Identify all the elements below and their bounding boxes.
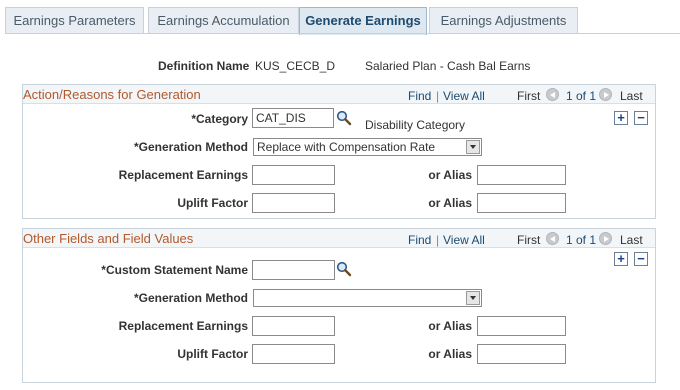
find-link[interactable]: Find bbox=[408, 233, 431, 247]
first-label: First bbox=[517, 233, 541, 247]
row-count: 1 of 1 bbox=[566, 233, 597, 247]
minus-icon[interactable]: − bbox=[634, 111, 648, 125]
dropdown-arrow-icon[interactable] bbox=[466, 140, 480, 154]
alias-label: or Alias bbox=[428, 168, 472, 182]
category-input[interactable]: CAT_DIS bbox=[252, 108, 334, 128]
group-title: Other Fields and Field Values bbox=[23, 231, 194, 246]
tab-label: Earnings Parameters bbox=[13, 13, 136, 28]
generation-method-select-2[interactable] bbox=[253, 289, 482, 307]
definition-description: Salaried Plan - Cash Bal Earns bbox=[365, 59, 531, 73]
custom-statement-name-label: *Custom Statement Name bbox=[101, 263, 248, 277]
last-label: Last bbox=[620, 233, 643, 247]
next-arrow-icon[interactable] bbox=[599, 88, 612, 101]
previous-arrow-icon[interactable] bbox=[546, 88, 559, 101]
tab-earnings-parameters[interactable]: Earnings Parameters bbox=[5, 7, 144, 34]
tab-generate-earnings[interactable]: Generate Earnings bbox=[299, 7, 427, 35]
group-title: Action/Reasons for Generation bbox=[23, 87, 201, 102]
generation-method-select[interactable]: Replace with Compensation Rate bbox=[253, 138, 482, 156]
tab-earnings-adjustments[interactable]: Earnings Adjustments bbox=[429, 7, 578, 34]
plus-icon[interactable]: + bbox=[614, 111, 628, 125]
minus-icon[interactable]: − bbox=[634, 252, 648, 266]
alias-label-2: or Alias bbox=[428, 196, 472, 210]
group-header: Other Fields and Field Values Find | Vie… bbox=[23, 229, 655, 248]
alias-input-3[interactable] bbox=[477, 316, 566, 336]
uplift-factor-label-2: Uplift Factor bbox=[177, 347, 248, 361]
alias-label-3: or Alias bbox=[428, 319, 472, 333]
nav-separator: | bbox=[436, 89, 440, 103]
generation-method-label-2: *Generation Method bbox=[133, 291, 248, 305]
replacement-earnings-input-2[interactable] bbox=[252, 316, 335, 336]
alias-input-2[interactable] bbox=[477, 193, 566, 213]
alias-label-4: or Alias bbox=[428, 347, 472, 361]
tab-label: Generate Earnings bbox=[305, 13, 421, 28]
magnifier-icon[interactable] bbox=[336, 110, 352, 126]
replacement-earnings-label: Replacement Earnings bbox=[118, 168, 248, 182]
definition-code: KUS_CECB_D bbox=[255, 59, 336, 73]
view-all-link[interactable]: View All bbox=[443, 89, 485, 103]
alias-input-4[interactable] bbox=[477, 344, 566, 364]
view-all-link[interactable]: View All bbox=[443, 233, 485, 247]
tab-label: Earnings Accumulation bbox=[157, 13, 290, 28]
alias-input[interactable] bbox=[477, 165, 566, 185]
replacement-earnings-input[interactable] bbox=[252, 165, 335, 185]
plus-icon[interactable]: + bbox=[614, 252, 628, 266]
uplift-factor-label: Uplift Factor bbox=[177, 196, 248, 210]
replacement-earnings-label-2: Replacement Earnings bbox=[118, 319, 248, 333]
uplift-factor-input-2[interactable] bbox=[252, 344, 335, 364]
row-count: 1 of 1 bbox=[566, 89, 597, 103]
find-link[interactable]: Find bbox=[408, 89, 431, 103]
generation-method-label: *Generation Method bbox=[133, 140, 248, 154]
tab-earnings-accumulation[interactable]: Earnings Accumulation bbox=[148, 7, 299, 34]
generation-method-value: Replace with Compensation Rate bbox=[257, 140, 436, 154]
dropdown-arrow-icon[interactable] bbox=[466, 291, 480, 305]
magnifier-icon[interactable] bbox=[336, 261, 352, 277]
last-label: Last bbox=[620, 89, 643, 103]
custom-statement-name-input[interactable] bbox=[252, 260, 335, 280]
first-label: First bbox=[517, 89, 541, 103]
group-header: Action/Reasons for Generation Find | Vie… bbox=[23, 85, 655, 104]
category-label: *Category bbox=[191, 112, 248, 126]
definition-name-label: Definition Name bbox=[158, 59, 250, 73]
tab-divider bbox=[5, 33, 680, 34]
nav-separator: | bbox=[436, 233, 440, 247]
tab-label: Earnings Adjustments bbox=[440, 13, 567, 28]
uplift-factor-input[interactable] bbox=[252, 193, 335, 213]
category-description: Disability Category bbox=[365, 118, 466, 132]
previous-arrow-icon[interactable] bbox=[546, 232, 559, 245]
next-arrow-icon[interactable] bbox=[599, 232, 612, 245]
